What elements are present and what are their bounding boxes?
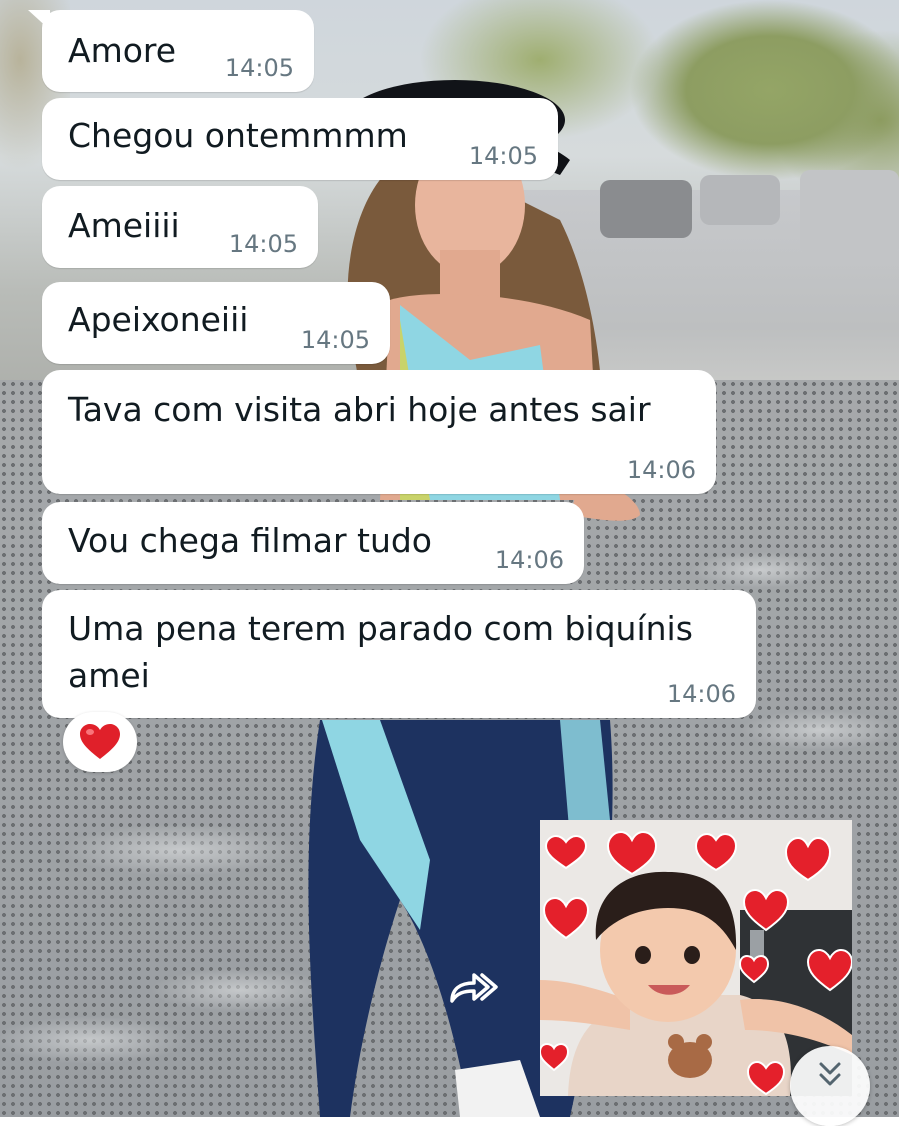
message-bubble[interactable]: Amore 14:05 — [28, 10, 314, 92]
message-bubble[interactable]: Vou chega filmar tudo 14:06 — [42, 502, 584, 584]
message-bubble[interactable]: Ameiiii 14:05 — [42, 186, 318, 268]
message-timestamp: 14:06 — [666, 680, 736, 708]
scroll-to-bottom-button[interactable] — [790, 1046, 870, 1126]
message-text: Ameiiii — [68, 206, 180, 245]
message-timestamp: 14:06 — [626, 456, 696, 484]
message-text: Amore — [68, 31, 177, 70]
double-chevron-down-icon — [819, 1062, 841, 1086]
message-timestamp: 14:06 — [494, 546, 564, 574]
message-reaction[interactable] — [63, 712, 137, 772]
message-text: Tava com visita abri hoje antes sair — [68, 390, 651, 429]
message-list[interactable]: Amore 14:05 Chegou ontemmmm 14:05 Ameiii… — [0, 0, 899, 1126]
message-timestamp: 14:05 — [300, 326, 370, 354]
message-text-line: Uma pena terem parado com biquínis — [68, 609, 693, 648]
message-bubble[interactable]: Chegou ontemmmm 14:05 — [42, 98, 558, 180]
message-text: Vou chega filmar tudo — [68, 521, 432, 560]
message-bubble[interactable]: Apeixoneiii 14:05 — [42, 282, 390, 364]
red-heart-icon — [80, 724, 120, 759]
message-text: Chegou ontemmmm — [68, 116, 408, 155]
message-text: Apeixoneiii — [68, 300, 249, 339]
message-timestamp: 14:05 — [468, 142, 538, 170]
message-bubble[interactable]: Uma pena terem parado com biquínis amei … — [42, 590, 756, 718]
message-text-line: amei — [68, 656, 150, 695]
forward-button[interactable] — [446, 962, 502, 1012]
message-timestamp: 14:05 — [224, 54, 294, 82]
message-timestamp: 14:05 — [228, 230, 298, 258]
forward-arrow-icon — [450, 973, 498, 1003]
message-bubble[interactable]: Tava com visita abri hoje antes sair 14:… — [42, 370, 716, 494]
